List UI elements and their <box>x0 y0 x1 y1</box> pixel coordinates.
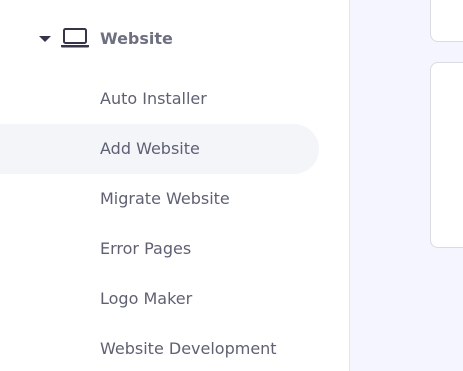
nav-item-label: Add Website <box>100 139 200 158</box>
nav-item-add-website[interactable]: Add Website <box>0 124 319 174</box>
nav-item-label: Error Pages <box>100 239 192 258</box>
section-title: Website <box>100 29 173 48</box>
website-section-toggle[interactable]: Website <box>0 18 320 60</box>
nav-item-error-pages[interactable]: Error Pages <box>0 224 319 274</box>
sidebar: Website Auto Installer Add Website Migra… <box>0 0 349 371</box>
content-card <box>430 62 463 248</box>
nav-item-migrate-website[interactable]: Migrate Website <box>0 174 319 224</box>
laptop-icon <box>60 27 90 49</box>
nav-item-website-development[interactable]: Website Development <box>0 324 319 371</box>
nav-item-label: Website Development <box>100 339 277 358</box>
nav-item-label: Logo Maker <box>100 289 193 308</box>
content-card <box>430 0 463 42</box>
nav-item-label: Auto Installer <box>100 89 207 108</box>
caret-down-icon[interactable] <box>39 36 51 42</box>
nav-item-auto-installer[interactable]: Auto Installer <box>0 74 319 124</box>
page: Website Auto Installer Add Website Migra… <box>0 0 463 371</box>
nav-item-label: Migrate Website <box>100 189 230 208</box>
main-content <box>350 0 463 371</box>
nav-item-logo-maker[interactable]: Logo Maker <box>0 274 319 324</box>
